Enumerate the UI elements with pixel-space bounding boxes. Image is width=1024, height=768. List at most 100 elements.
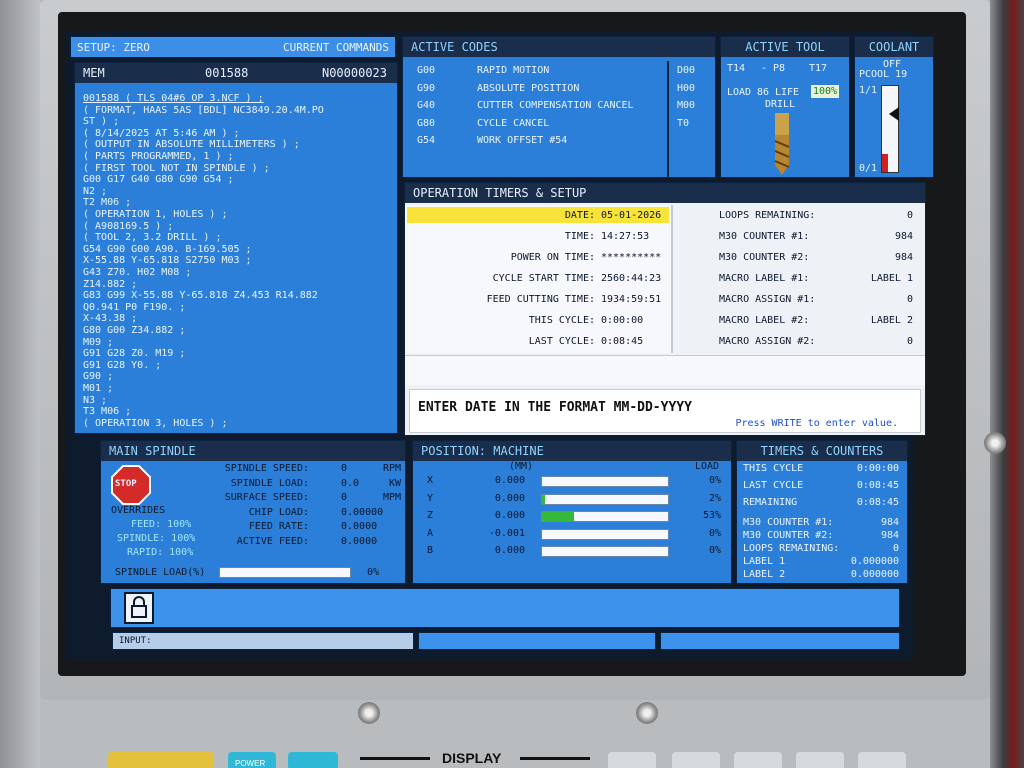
axis-name: Y — [427, 492, 434, 504]
setup-mode: SETUP: ZERO — [77, 41, 150, 54]
timer-value: 0:00:00 — [601, 315, 644, 326]
program-line[interactable]: ( OPERATION 3, HOLES ) ; — [83, 418, 228, 429]
key-yellow[interactable] — [108, 752, 214, 768]
tool-type: DRILL — [765, 99, 796, 110]
key-cyan[interactable] — [288, 752, 338, 768]
key-gray-5[interactable] — [858, 752, 906, 768]
counter-value: 0 — [892, 543, 899, 554]
tool-life-value: 100% — [811, 85, 840, 98]
program-line[interactable]: G91 G28 Z0. M19 ; — [83, 348, 185, 359]
spindle-label: SURFACE SPEED: — [224, 492, 309, 503]
code-id: G54 — [417, 135, 436, 146]
counter-value: 984 — [880, 517, 899, 528]
axis-value: 0.000 — [494, 510, 525, 521]
program-line[interactable]: ( 8/14/2025 AT 5:46 AM ) ; — [83, 128, 240, 139]
spindle-load-pct: 0% — [367, 567, 380, 578]
key-gray-2[interactable] — [672, 752, 720, 768]
code-right: H00 — [677, 82, 696, 94]
axis-load: 53% — [702, 510, 721, 521]
spindle-unit: MPM — [382, 492, 401, 503]
counter-value: 0.000000 — [850, 556, 899, 567]
spindle-load-label: SPINDLE LOAD(%) — [115, 567, 206, 578]
position-load-title: LOAD — [695, 461, 720, 472]
program-line[interactable]: G83 G99 X-55.88 Y-65.818 Z4.453 R14.882 — [83, 290, 318, 301]
timer-value: 2560:44:23 — [601, 273, 662, 284]
spindle-value: 0.0000 — [341, 535, 378, 547]
program-line[interactable]: M09 ; — [83, 337, 113, 348]
macro-value: 984 — [894, 252, 913, 263]
timer-label: THIS CYCLE: — [528, 315, 595, 326]
display-label-plate: DISPLAY — [360, 748, 590, 768]
program-line[interactable]: T2 M06 ; — [83, 197, 131, 208]
program-line[interactable]: ( TOOL 2, 3.2 DRILL ) ; — [83, 232, 221, 243]
spindle-load-bar — [219, 567, 351, 578]
prompt-box: ENTER DATE IN THE FORMAT MM-DD-YYYY Pres… — [409, 389, 921, 433]
macro-value: 0 — [906, 336, 913, 347]
power-key[interactable]: POWER — [228, 752, 276, 768]
spindle-label: SPINDLE LOAD: — [230, 477, 309, 489]
codes-divider — [667, 61, 669, 177]
macro-label: M30 COUNTER #2: — [719, 252, 810, 263]
code-desc: ABSOLUTE POSITION — [477, 82, 580, 94]
macro-label: M30 COUNTER #1: — [719, 231, 810, 242]
counter-label: M30 COUNTER #1: — [743, 517, 834, 528]
program-line[interactable]: X-55.88 Y-65.818 S2750 M03 ; — [83, 255, 252, 266]
program-line[interactable]: ( OUTPUT IN ABSOLUTE MILLIMETERS ) ; — [83, 139, 300, 150]
screw-right-bottom — [636, 702, 658, 724]
program-line[interactable]: X-43.38 ; — [83, 313, 137, 324]
program-line[interactable]: G91 G28 Y0. ; — [83, 360, 161, 371]
input-slot-2 — [418, 632, 656, 650]
key-gray-1[interactable] — [608, 752, 656, 768]
spindle-label: FEED RATE: — [248, 521, 309, 532]
timers-setup-panel[interactable]: OPERATION TIMERS & SETUP DATE: 05-01-2026… — [404, 182, 926, 436]
code-desc: CUTTER COMPENSATION CANCEL — [477, 100, 634, 111]
program-line[interactable]: ( A908169.5 ) ; — [83, 221, 173, 232]
lock-icon[interactable] — [124, 592, 154, 624]
program-line[interactable]: ( FORMAT, HAAS 5AS [BDL] NC3849.20.4M.PO — [83, 105, 324, 116]
program-line[interactable]: Q0.941 P0 F190. ; — [83, 302, 185, 313]
counter-label: THIS CYCLE — [743, 463, 804, 474]
code-desc: WORK OFFSET #54 — [477, 135, 568, 146]
axis-load: 0% — [708, 527, 721, 539]
power-key-label: POWER — [235, 759, 266, 768]
tool-number: T14 — [727, 63, 746, 74]
program-line[interactable]: ST ) ; — [83, 116, 119, 127]
counter-label: LABEL 2 — [743, 569, 786, 580]
tool-pocket: - P8 — [761, 63, 786, 74]
axis-load: 0% — [708, 475, 721, 486]
program-panel[interactable]: MEM 001588 N00000023 001588 ( TLS 04#6 O… — [74, 62, 398, 434]
program-line[interactable]: G43 Z70. H02 M08 ; — [83, 267, 191, 278]
screw-left-bottom — [358, 702, 380, 724]
code-right: T0 — [677, 117, 690, 129]
spindle-value: 0.0000 — [341, 521, 378, 532]
key-gray-3[interactable] — [734, 752, 782, 768]
program-line[interactable]: Z14.882 ; — [83, 279, 137, 290]
axis-value: 0.000 — [494, 475, 525, 486]
program-line[interactable]: ( FIRST TOOL NOT IN SPINDLE ) ; — [83, 163, 270, 174]
input-field[interactable]: INPUT: — [112, 632, 414, 650]
program-line[interactable]: T3 M06 ; — [83, 406, 131, 417]
axis-load: 2% — [708, 492, 721, 504]
program-line[interactable]: 001588 ( TLS 04#6 OP 3.NCF ) ; — [83, 93, 264, 104]
tool-load-value: 86 — [757, 87, 770, 98]
program-line[interactable]: M01 ; — [83, 383, 113, 394]
program-line[interactable]: G80 G00 Z34.882 ; — [83, 325, 185, 336]
setup-header[interactable]: SETUP: ZERO CURRENT COMMANDS — [70, 36, 396, 58]
panel-edge-left — [0, 0, 40, 768]
override-spindle: SPINDLE: 100% — [117, 533, 196, 544]
counter-label: LABEL 1 — [743, 556, 786, 567]
program-line[interactable]: N3 ; — [83, 395, 107, 406]
counter-value: 0:08:45 — [856, 497, 899, 508]
program-line[interactable]: ( PARTS PROGRAMMED, 1 ) ; — [83, 151, 234, 162]
code-right: M00 — [677, 100, 696, 111]
key-gray-4[interactable] — [796, 752, 844, 768]
program-line[interactable]: N2 ; — [83, 186, 107, 197]
program-line[interactable]: G90 ; — [83, 371, 113, 382]
coolant-bottom: 0/1 — [859, 163, 878, 174]
program-line[interactable]: ( OPERATION 1, HOLES ) ; — [83, 209, 228, 220]
axis-load-bar — [541, 546, 669, 557]
timer-label: POWER ON TIME: — [510, 252, 595, 263]
program-line[interactable]: G54 G90 G00 A90. B-169.505 ; — [83, 244, 252, 255]
axis-name: X — [427, 475, 434, 486]
program-line[interactable]: G00 G17 G40 G80 G90 G54 ; — [83, 174, 234, 185]
